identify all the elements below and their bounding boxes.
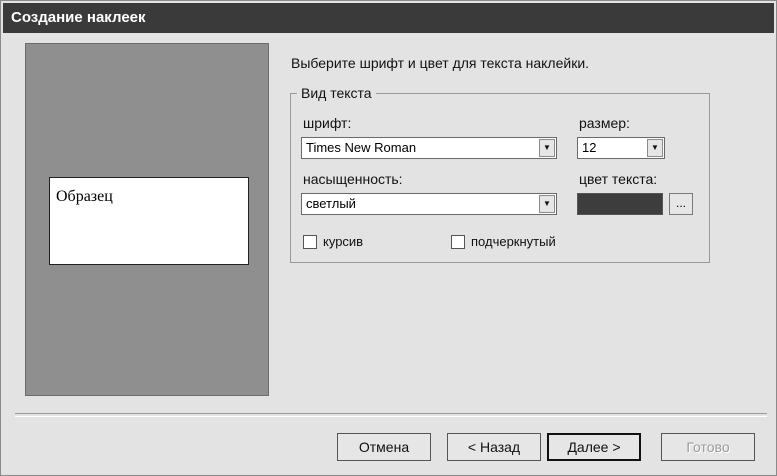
underline-checkbox[interactable] [451, 235, 465, 249]
instruction-text: Выберите шрифт и цвет для текста наклейк… [291, 55, 590, 71]
sample-text: Образец [56, 188, 113, 205]
weight-label: насыщенность: [303, 171, 403, 187]
font-select[interactable]: Times New Roman ▼ [301, 137, 557, 159]
chevron-down-icon[interactable]: ▼ [539, 139, 555, 157]
text-color-swatch[interactable] [577, 193, 663, 215]
group-legend: Вид текста [297, 85, 376, 101]
footer-separator [15, 413, 767, 417]
window-title: Создание наклеек [3, 3, 774, 33]
label-wizard-window: Создание наклеек Образец Выберите шрифт … [0, 0, 777, 476]
italic-label: курсив [323, 234, 364, 249]
cancel-button[interactable]: Отмена [337, 433, 431, 461]
size-label: размер: [579, 115, 630, 131]
underline-label: подчеркнутый [471, 234, 556, 249]
next-button[interactable]: Далее > [547, 433, 641, 461]
font-label: шрифт: [303, 115, 352, 131]
size-select[interactable]: 12 ▼ [577, 137, 665, 159]
color-picker-button[interactable]: ... [669, 193, 693, 215]
font-value: Times New Roman [306, 140, 417, 155]
finish-button[interactable]: Готово [661, 433, 755, 461]
weight-value: светлый [306, 196, 356, 211]
back-button[interactable]: < Назад [447, 433, 541, 461]
weight-select[interactable]: светлый ▼ [301, 193, 557, 215]
chevron-down-icon[interactable]: ▼ [647, 139, 663, 157]
sample-label-preview: Образец [49, 177, 249, 265]
chevron-down-icon[interactable]: ▼ [539, 195, 555, 213]
italic-checkbox[interactable] [303, 235, 317, 249]
text-color-label: цвет текста: [579, 171, 658, 187]
